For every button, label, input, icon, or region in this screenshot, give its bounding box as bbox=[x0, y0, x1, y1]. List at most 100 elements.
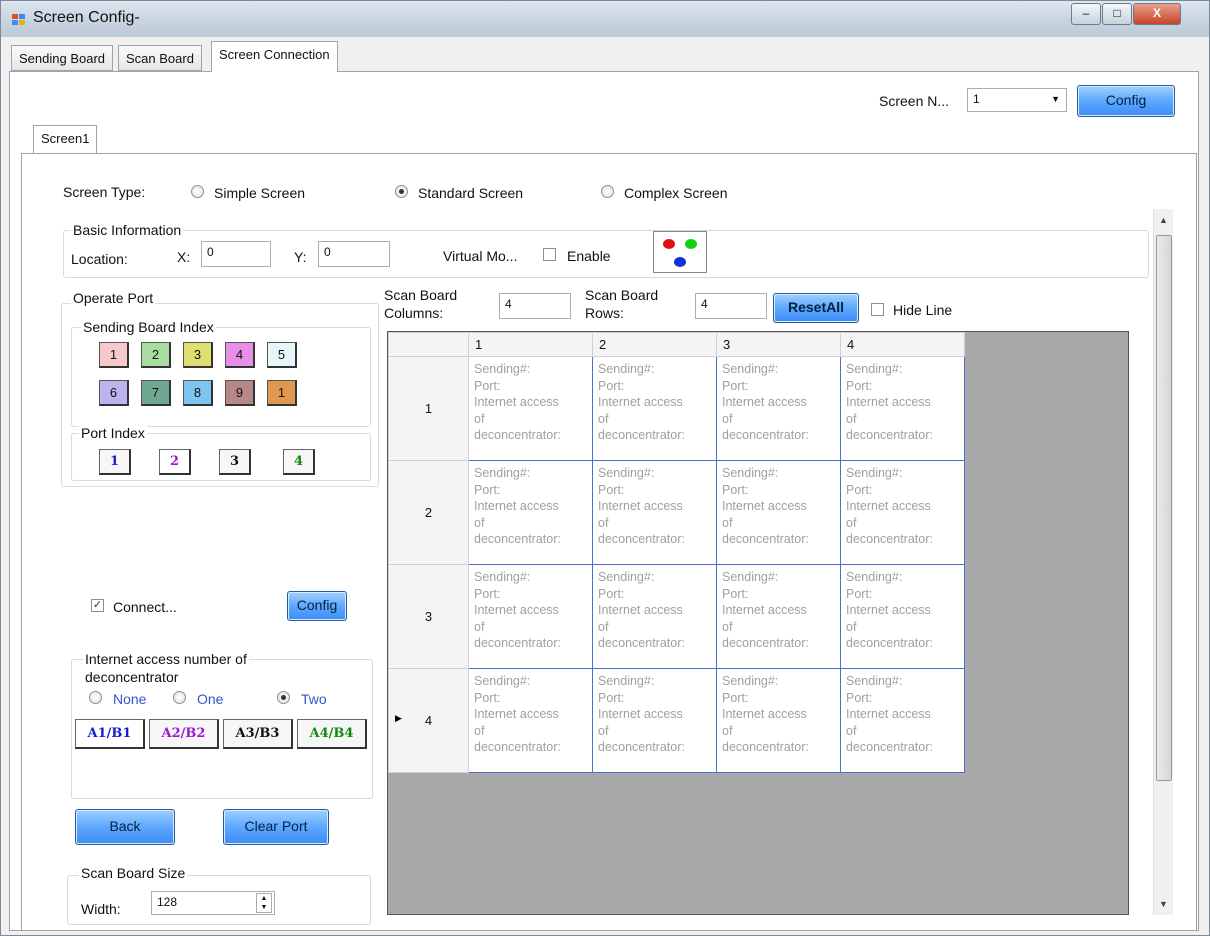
enable-label[interactable]: Enable bbox=[567, 248, 611, 264]
maximize-button[interactable]: □ bbox=[1102, 3, 1132, 25]
grid-cell[interactable]: Sending#: Port: Internet access of deconcent… bbox=[592, 356, 717, 461]
sending-board-button-3[interactable]: 3 bbox=[183, 342, 213, 368]
deconcentrator-none-radio[interactable] bbox=[89, 691, 102, 704]
tab-scan-board[interactable]: Scan Board bbox=[118, 45, 202, 71]
deconcentrator-one-label[interactable]: One bbox=[197, 691, 223, 707]
simple-screen-radio[interactable] bbox=[191, 185, 204, 198]
minimize-button[interactable]: – bbox=[1071, 3, 1101, 25]
grid-cell-line: Port: bbox=[722, 690, 749, 705]
grid-cell[interactable]: Sending#: Port: Internet access of deconcent… bbox=[840, 668, 965, 773]
port-index-title: Port Index bbox=[79, 425, 147, 441]
scroll-down-icon[interactable]: ▼ bbox=[1159, 899, 1168, 909]
standard-screen-label[interactable]: Standard Screen bbox=[418, 185, 523, 201]
grid-cell[interactable]: Sending#: Port: Internet access of deconcent… bbox=[592, 564, 717, 669]
sending-board-button-10[interactable]: 1 bbox=[267, 380, 297, 406]
table-row[interactable]: ▶ 4 Sending#: Port: Internet access of deconce… bbox=[388, 668, 965, 773]
grid-cell[interactable]: Sending#: Port: Internet access of deconcent… bbox=[592, 460, 717, 565]
operate-port-title: Operate Port bbox=[71, 290, 156, 306]
deconcentrator-button-4[interactable]: A4/B4 bbox=[297, 719, 367, 749]
grid-cell-line: Port: bbox=[598, 482, 625, 497]
grid-cell[interactable]: Sending#: Port: Internet access of deconcent… bbox=[468, 460, 593, 565]
deconcentrator-two-label[interactable]: Two bbox=[301, 691, 327, 707]
deconcentrator-button-1[interactable]: A1/B1 bbox=[75, 719, 145, 749]
deconcentrator-two-radio[interactable] bbox=[277, 691, 290, 704]
grid-cell-line: Internet access bbox=[846, 395, 931, 409]
y-input[interactable]: 0 bbox=[318, 241, 390, 267]
columns-input[interactable]: 4 bbox=[499, 293, 571, 319]
port-index-button-4[interactable]: 4 bbox=[283, 449, 315, 475]
deconcentrator-one-radio[interactable] bbox=[173, 691, 186, 704]
sending-board-button-6[interactable]: 6 bbox=[99, 380, 129, 406]
sending-board-button-2[interactable]: 2 bbox=[141, 342, 171, 368]
sending-board-button-9[interactable]: 9 bbox=[225, 380, 255, 406]
grid-cell-line: Port: bbox=[598, 690, 625, 705]
grid-cell-line: of bbox=[474, 411, 485, 426]
grid-cell[interactable]: Sending#: Port: Internet access of deconcent… bbox=[716, 668, 841, 773]
grid-column-header[interactable]: 2 bbox=[592, 332, 717, 357]
complex-screen-radio[interactable] bbox=[601, 185, 614, 198]
grid-column-header[interactable]: 3 bbox=[716, 332, 841, 357]
simple-screen-label[interactable]: Simple Screen bbox=[214, 185, 305, 201]
deconcentrator-button-2[interactable]: A2/B2 bbox=[149, 719, 219, 749]
grid-cell[interactable]: Sending#: Port: Internet access of deconcent… bbox=[468, 668, 593, 773]
grid-cell[interactable]: Sending#: Port: Internet access of deconcent… bbox=[840, 356, 965, 461]
connect-checkbox[interactable]: ✓ bbox=[91, 599, 104, 612]
grid-cell-line: Port: bbox=[474, 586, 501, 601]
table-row[interactable]: 1 Sending#: Port: Internet access of deconcen… bbox=[388, 356, 965, 461]
scan-board-grid[interactable]: 1 2 3 4 1 Sending#: Port: Internet access of deco… bbox=[387, 331, 1129, 915]
sending-board-button-4[interactable]: 4 bbox=[225, 342, 255, 368]
close-button[interactable]: X bbox=[1133, 3, 1181, 25]
grid-row-header[interactable]: 1 bbox=[388, 356, 469, 461]
virtual-pixel-button[interactable] bbox=[653, 231, 707, 273]
grid-cell[interactable]: Sending#: Port: Internet access of deconcent… bbox=[716, 460, 841, 565]
port-index-button-3[interactable]: 3 bbox=[219, 449, 251, 475]
screen-config-button[interactable]: Config bbox=[1077, 85, 1175, 117]
connect-label[interactable]: Connect... bbox=[113, 599, 177, 615]
deconcentrator-none-label[interactable]: None bbox=[113, 691, 146, 707]
clear-port-button[interactable]: Clear Port bbox=[223, 809, 329, 845]
standard-screen-radio[interactable] bbox=[395, 185, 408, 198]
grid-cell-line: Sending#: bbox=[474, 570, 531, 584]
grid-cell[interactable]: Sending#: Port: Internet access of deconcent… bbox=[716, 564, 841, 669]
rows-input[interactable]: 4 bbox=[695, 293, 767, 319]
complex-screen-label[interactable]: Complex Screen bbox=[624, 185, 728, 201]
sending-board-button-8[interactable]: 8 bbox=[183, 380, 213, 406]
grid-cell[interactable]: Sending#: Port: Internet access of deconcent… bbox=[592, 668, 717, 773]
grid-cell[interactable]: Sending#: Port: Internet access of deconcent… bbox=[468, 356, 593, 461]
grid-cell[interactable]: Sending#: Port: Internet access of deconcent… bbox=[840, 460, 965, 565]
grid-column-header[interactable]: 4 bbox=[840, 332, 965, 357]
grid-column-header[interactable]: 1 bbox=[468, 332, 593, 357]
grid-row-header[interactable]: ▶ 4 bbox=[388, 668, 469, 773]
hide-line-label[interactable]: Hide Line bbox=[893, 302, 952, 318]
sending-board-button-5[interactable]: 5 bbox=[267, 342, 297, 368]
rgb-pixel-icon bbox=[663, 239, 697, 267]
screen-number-select[interactable]: 1 ▼ bbox=[967, 88, 1067, 112]
tab-screen1[interactable]: Screen1 bbox=[33, 125, 98, 153]
reset-all-button[interactable]: ResetAll bbox=[773, 293, 859, 323]
grid-cell[interactable]: Sending#: Port: Internet access of deconcent… bbox=[716, 356, 841, 461]
width-spinner[interactable]: 128 ▲ ▼ bbox=[151, 891, 275, 915]
virtual-enable-checkbox[interactable] bbox=[543, 248, 556, 261]
table-row[interactable]: 3 Sending#: Port: Internet access of deconcen… bbox=[388, 564, 965, 669]
tab-sending-board[interactable]: Sending Board bbox=[11, 45, 114, 71]
grid-row-header[interactable]: 2 bbox=[388, 460, 469, 565]
tab-screen-connection[interactable]: Screen Connection bbox=[211, 41, 338, 72]
title-bar[interactable]: Screen Config- – □ X bbox=[1, 1, 1209, 37]
grid-cell[interactable]: Sending#: Port: Internet access of deconcent… bbox=[468, 564, 593, 669]
spinner-arrows-icon[interactable]: ▲ ▼ bbox=[256, 893, 272, 913]
vertical-scrollbar[interactable]: ▲ ▼ bbox=[1153, 209, 1173, 915]
sending-board-button-1[interactable]: 1 bbox=[99, 342, 129, 368]
connect-config-button[interactable]: Config bbox=[287, 591, 347, 621]
grid-row-header[interactable]: 3 bbox=[388, 564, 469, 669]
deconcentrator-button-3[interactable]: A3/B3 bbox=[223, 719, 293, 749]
port-index-button-1[interactable]: 1 bbox=[99, 449, 131, 475]
x-input[interactable]: 0 bbox=[201, 241, 271, 267]
hide-line-checkbox[interactable] bbox=[871, 303, 884, 316]
grid-cell[interactable]: Sending#: Port: Internet access of deconcent… bbox=[840, 564, 965, 669]
back-button[interactable]: Back bbox=[75, 809, 175, 845]
table-row[interactable]: 2 Sending#: Port: Internet access of deconcen… bbox=[388, 460, 965, 565]
sending-board-button-7[interactable]: 7 bbox=[141, 380, 171, 406]
scrollbar-thumb[interactable] bbox=[1156, 235, 1172, 781]
scroll-up-icon[interactable]: ▲ bbox=[1159, 215, 1168, 225]
port-index-button-2[interactable]: 2 bbox=[159, 449, 191, 475]
